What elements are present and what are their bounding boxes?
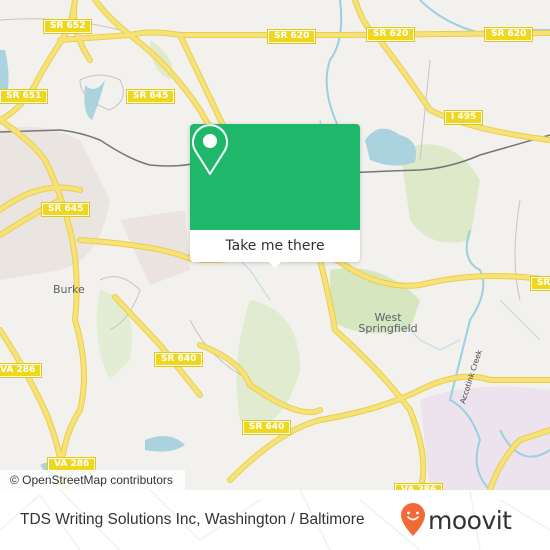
footer-bar: TDS Writing Solutions Inc, Washington / … (0, 490, 550, 550)
moovit-logo[interactable]: moovit (400, 503, 512, 537)
moovit-wordmark: moovit (428, 505, 512, 535)
map-view[interactable]: SR 652 SR 620 SR 620 SR 620 SR 651 SR 64… (0, 0, 550, 490)
road-shield-sr-640: SR 640 (153, 352, 204, 367)
road-shield-sr: SR (529, 276, 550, 291)
place-label-burke: Burke (53, 283, 85, 296)
map-attribution[interactable]: © OpenStreetMap contributors (0, 470, 185, 490)
road-shield-sr-645: SR 645 (125, 89, 176, 104)
popup-header (190, 124, 360, 230)
lake (84, 80, 105, 120)
stream (499, 299, 541, 341)
road-shield-sr-620: SR 620 (483, 27, 534, 42)
lake (365, 128, 416, 166)
lake (0, 50, 9, 95)
location-popup: Take me there (190, 124, 360, 268)
road-shield-sr-645: SR 645 (40, 202, 91, 217)
park-area (96, 290, 132, 380)
lake (145, 436, 185, 452)
moovit-pin-icon (401, 503, 425, 536)
road-shield-sr-652: SR 652 (42, 19, 93, 34)
minor-road (514, 199, 521, 301)
road-shield-va-286: VA 286 (0, 363, 43, 378)
popup-pointer (267, 260, 283, 268)
road-shield-sr-620: SR 620 (365, 27, 416, 42)
road-shield-sr-651: SR 651 (0, 89, 49, 104)
take-me-there-button[interactable]: Take me there (190, 230, 360, 262)
stream (325, 0, 343, 131)
road-shield-sr-620: SR 620 (266, 29, 317, 44)
location-title: TDS Writing Solutions Inc, Washington / … (20, 511, 365, 528)
map-card: SR 652 SR 620 SR 620 SR 620 SR 651 SR 64… (0, 0, 550, 550)
road-shield-sr-640: SR 640 (241, 420, 292, 435)
map-pin-icon (192, 124, 228, 175)
place-label-west-springfield: West Springfield (356, 312, 420, 334)
road-shield-i-495: I 495 (443, 110, 484, 125)
place-label-line: Springfield (358, 322, 418, 335)
